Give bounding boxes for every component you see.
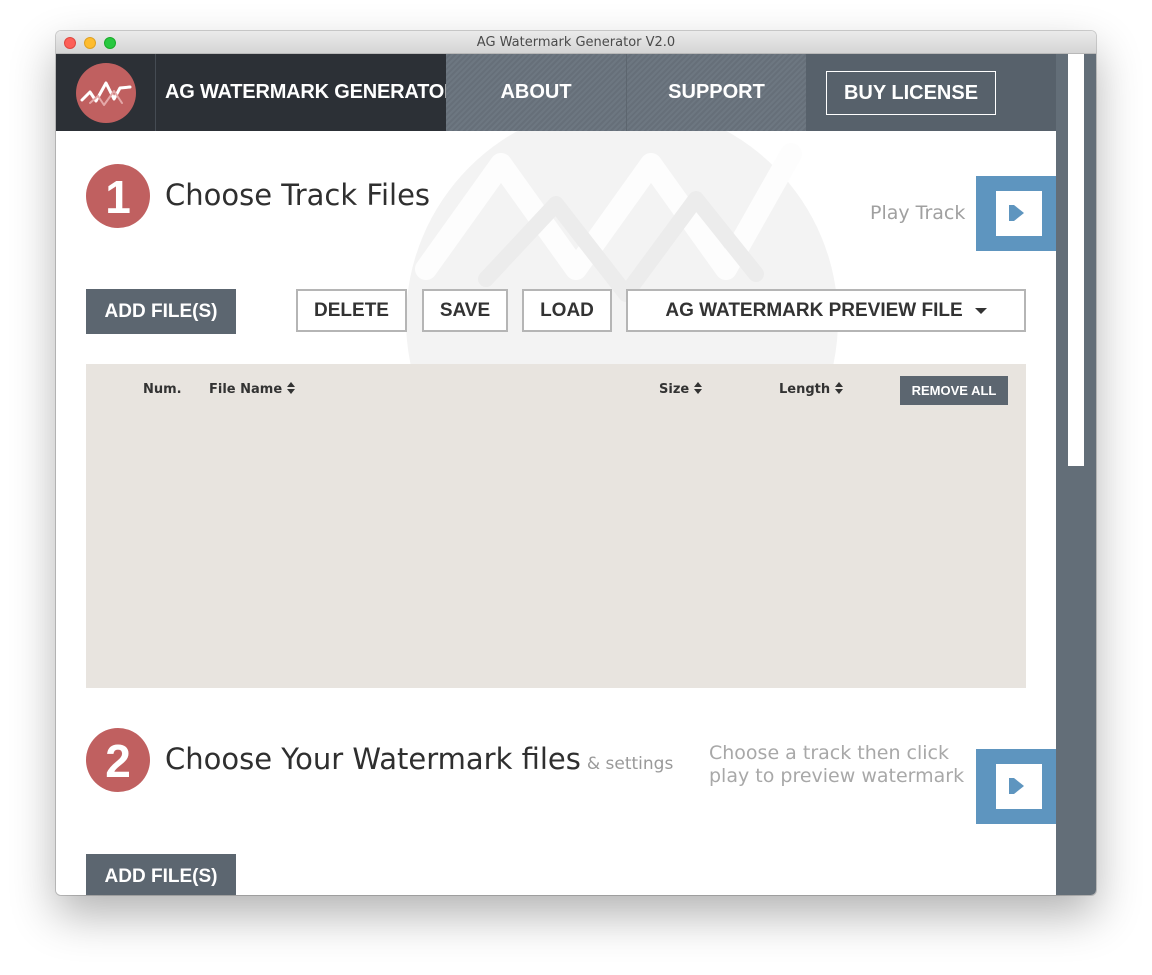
step-1-title: Choose Track Files	[165, 178, 431, 212]
sort-icon	[835, 382, 844, 394]
preview-file-dropdown[interactable]: AG WATERMARK PREVIEW FILE	[626, 289, 1026, 332]
delete-button[interactable]: DELETE	[296, 289, 407, 332]
column-header-file-name[interactable]: File Name	[209, 382, 296, 397]
column-header-size[interactable]: Size	[659, 382, 703, 397]
brand-name: AG WATERMARK GENERATOR	[165, 81, 459, 103]
preview-watermark-hint: Choose a track then click play to previe…	[709, 742, 965, 787]
add-track-files-button[interactable]: ADD FILE(S)	[86, 289, 236, 334]
top-header: AG WATERMARK GENERATOR ABOUT SUPPORT BUY…	[56, 54, 1056, 131]
remove-all-button[interactable]: REMOVE ALL	[900, 376, 1008, 405]
buy-license-button[interactable]: BUY LICENSE	[826, 71, 996, 115]
preview-watermark-play-button[interactable]	[976, 749, 1056, 824]
brand-container: AG WATERMARK GENERATOR	[156, 54, 459, 131]
column-header-size-label: Size	[659, 382, 690, 397]
step-2-title: Choose Your Watermark files & settings	[165, 742, 673, 776]
buy-license-container: BUY LICENSE	[806, 54, 1056, 131]
step-2-badge: 2	[86, 728, 150, 792]
play-icon	[1009, 205, 1024, 221]
window-title: AG Watermark Generator V2.0	[476, 35, 676, 50]
chevron-down-icon	[974, 307, 987, 314]
preview-file-value: AG WATERMARK PREVIEW FILE	[665, 300, 963, 321]
load-button[interactable]: LOAD	[522, 289, 612, 332]
app-logo-icon[interactable]	[76, 63, 136, 123]
save-button[interactable]: SAVE	[422, 289, 508, 332]
column-header-length[interactable]: Length	[779, 382, 844, 397]
step-1-badge: 1	[86, 164, 150, 228]
main-content: AG WATERMARK GENERATOR ABOUT SUPPORT BUY…	[56, 54, 1056, 895]
nav-about[interactable]: ABOUT	[446, 54, 626, 131]
step-2-subtitle: & settings	[586, 754, 674, 774]
track-files-table: Num. File Name Size Length REMOVE ALL	[86, 364, 1026, 688]
step-2-title-text: Choose Your Watermark files	[165, 742, 581, 776]
play-track-label: Play Track	[870, 202, 966, 224]
play-track-button[interactable]	[976, 176, 1056, 251]
app-window: AG Watermark Generator V2.0 AG WATERMARK	[56, 31, 1096, 895]
column-header-length-label: Length	[779, 382, 831, 397]
column-header-num: Num.	[143, 382, 182, 397]
title-bar: AG Watermark Generator V2.0	[56, 31, 1096, 54]
logo-container	[56, 54, 156, 131]
add-watermark-files-button[interactable]: ADD FILE(S)	[86, 854, 236, 895]
play-icon	[1009, 778, 1024, 794]
vertical-scrollbar[interactable]	[1056, 54, 1096, 895]
nav-support[interactable]: SUPPORT	[626, 54, 806, 131]
play-icon-box	[996, 191, 1042, 236]
column-header-num-label: Num.	[143, 382, 182, 397]
play-icon-box	[996, 764, 1042, 809]
sort-icon	[287, 382, 296, 394]
scrollbar-thumb[interactable]	[1068, 54, 1084, 466]
column-header-file-name-label: File Name	[209, 382, 283, 397]
sort-icon	[694, 382, 703, 394]
